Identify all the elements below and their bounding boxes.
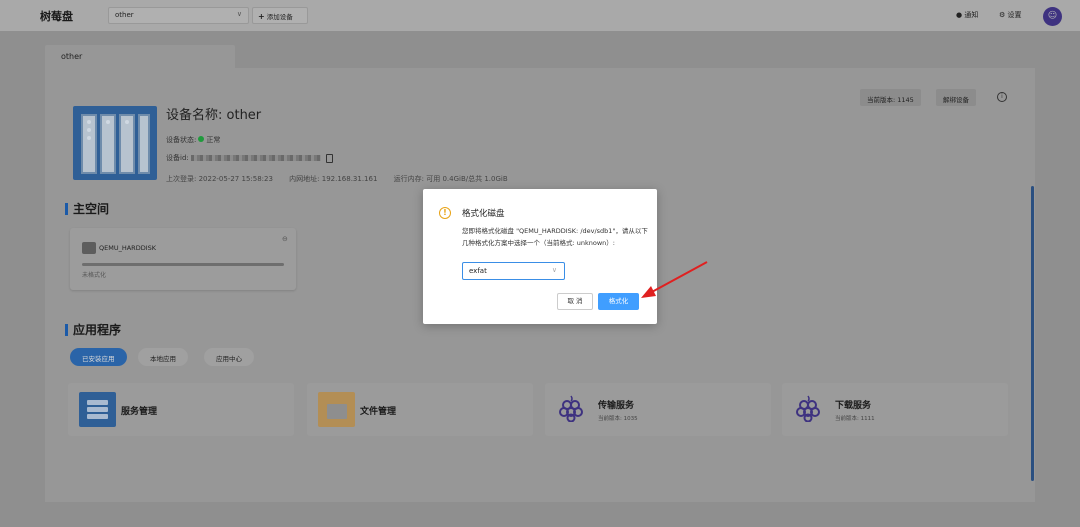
format-disk-dialog: ! 格式化磁盘 您即将格式化磁盘 "QEMU_HARDDISK: /dev/sd… — [423, 189, 657, 324]
nas-led — [87, 136, 91, 140]
tab-other[interactable]: other — [45, 45, 235, 69]
dialog-message: 您即将格式化磁盘 "QEMU_HARDDISK: /dev/sdb1"，请从以下… — [462, 227, 648, 247]
device-id: 设备id: — [166, 153, 333, 163]
settings-button[interactable]: ⚙ 设置 — [999, 10, 1022, 20]
cancel-button[interactable]: 取 消 — [557, 293, 593, 310]
app-card-service[interactable]: 服务管理 — [68, 383, 294, 436]
copy-icon[interactable] — [325, 153, 333, 163]
apps-title: 应用程序 — [64, 323, 122, 337]
app-name: 服务管理 — [121, 407, 158, 417]
status-label: 设备状态: — [166, 136, 197, 144]
lan-ip: 内网地址: 192.168.31.161 — [289, 175, 378, 183]
nas-led — [125, 120, 129, 124]
nas-led — [87, 120, 91, 124]
notification-button[interactable]: ● 通知 — [956, 10, 978, 20]
memory-usage: 运行内存: 可用 0.4GiB/总共 1.0GiB — [393, 175, 508, 183]
disk-name: QEMU_HARDDISK — [99, 244, 157, 252]
folder-icon — [318, 392, 355, 427]
tab-app-center[interactable]: 应用中心 — [204, 348, 254, 366]
version-badge: 当前版本: 1145 — [860, 89, 921, 106]
tab-local-apps[interactable]: 本地应用 — [138, 348, 188, 366]
format-type-select[interactable]: exfat ∨ — [462, 262, 565, 280]
main-space-title: 主空间 — [64, 202, 110, 216]
app-name: 传输服务 — [598, 401, 635, 411]
blurred-device-id — [190, 155, 321, 161]
nas-bay — [119, 114, 135, 174]
app-card-download[interactable]: 下载服务 当前版本: 1111 — [782, 383, 1008, 436]
server-icon — [79, 392, 116, 427]
notification-label: 通知 — [964, 11, 979, 19]
dialog-title: 格式化磁盘 — [462, 209, 505, 219]
device-select[interactable]: other ∨ — [108, 7, 249, 24]
app-name: 文件管理 — [360, 407, 397, 417]
grape-icon — [796, 395, 820, 422]
harddisk-icon — [82, 242, 96, 254]
grape-icon — [559, 395, 583, 422]
unbind-device-button[interactable]: 解绑设备 — [936, 89, 976, 106]
device-status: 设备状态: 正常 — [166, 135, 220, 145]
chevron-down-icon: ∨ — [236, 10, 242, 18]
device-select-value: other — [115, 11, 134, 19]
disk-usage-bar — [82, 263, 284, 266]
add-device-label: 添加设备 — [266, 13, 293, 21]
nas-bay — [100, 114, 116, 174]
avatar[interactable]: ☺ — [1043, 7, 1062, 26]
disk-state: 未格式化 — [82, 272, 107, 279]
warning-icon: ! — [439, 207, 451, 219]
info-icon[interactable]: i — [997, 92, 1007, 102]
gear-icon: ⚙ — [999, 11, 1006, 19]
chevron-down-icon: ∨ — [551, 266, 557, 274]
top-bar: 树莓盘 other ∨ + 添加设备 ● 通知 ⚙ 设置 ☺ — [0, 0, 1080, 31]
app-name: 下载服务 — [835, 401, 872, 411]
format-type-value: exfat — [469, 267, 487, 275]
add-device-button[interactable]: + 添加设备 — [252, 7, 308, 24]
nas-bay — [81, 114, 97, 174]
nas-led — [106, 120, 110, 124]
device-id-label: 设备id: — [166, 154, 189, 162]
app-version: 当前版本: 1035 — [598, 416, 638, 422]
disk-card[interactable]: QEMU_HARDDISK ⊖ 未格式化 — [70, 228, 296, 290]
status-value: 正常 — [206, 136, 221, 144]
scrollbar[interactable] — [1031, 186, 1034, 481]
nas-device-image — [73, 106, 157, 180]
nas-bay — [138, 114, 150, 174]
plus-icon: + — [258, 12, 265, 21]
format-button[interactable]: 格式化 — [598, 293, 639, 310]
last-login: 上次登录: 2022-05-27 15:58:23 — [166, 175, 273, 183]
brand-logo[interactable]: 树莓盘 — [40, 8, 73, 24]
app-version: 当前版本: 1111 — [835, 416, 875, 422]
device-meta: 上次登录: 2022-05-27 15:58:23 内网地址: 192.168.… — [166, 174, 522, 184]
device-title: 设备名称: other — [166, 108, 262, 123]
tab-installed-apps[interactable]: 已安装应用 — [70, 348, 127, 366]
bell-icon: ● — [956, 11, 963, 19]
settings-label: 设置 — [1007, 11, 1022, 19]
status-dot-icon — [198, 136, 205, 142]
lock-icon: ⊖ — [282, 235, 288, 243]
app-card-transfer[interactable]: 传输服务 当前版本: 1035 — [545, 383, 771, 436]
app-card-files[interactable]: 文件管理 — [307, 383, 533, 436]
nas-led — [87, 128, 91, 132]
